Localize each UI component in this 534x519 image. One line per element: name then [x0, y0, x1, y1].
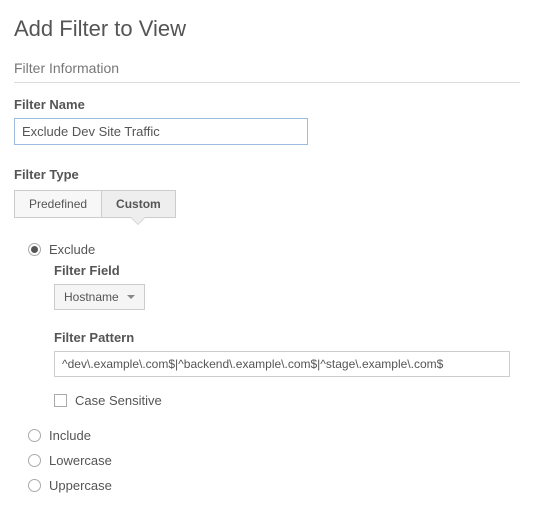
radio-exclude[interactable]: Exclude [14, 242, 520, 257]
case-sensitive-checkbox[interactable]: Case Sensitive [54, 393, 520, 408]
filter-type-toggle: Predefined Custom [14, 190, 176, 218]
case-sensitive-label: Case Sensitive [75, 393, 162, 408]
chevron-down-icon [130, 217, 146, 225]
section-filter-information: Filter Information [14, 60, 520, 83]
filter-field-value: Hostname [64, 290, 119, 304]
filter-pattern-input[interactable] [54, 351, 510, 377]
tab-custom-label: Custom [116, 197, 161, 211]
radio-include[interactable]: Include [14, 428, 520, 443]
radio-lowercase[interactable]: Lowercase [14, 453, 520, 468]
radio-exclude-label: Exclude [49, 242, 95, 257]
custom-filter-options: Exclude Filter Field Hostname Filter Pat… [14, 242, 520, 493]
radio-uppercase-label: Uppercase [49, 478, 112, 493]
filter-field-dropdown[interactable]: Hostname [54, 284, 145, 310]
tab-predefined[interactable]: Predefined [14, 190, 102, 218]
filter-name-input[interactable] [14, 118, 308, 145]
checkbox-icon [54, 394, 67, 407]
caret-down-icon [127, 295, 135, 299]
radio-icon [28, 243, 41, 256]
radio-lowercase-label: Lowercase [49, 453, 112, 468]
filter-name-label: Filter Name [14, 97, 520, 112]
page-title: Add Filter to View [14, 16, 520, 42]
exclude-settings: Filter Field Hostname Filter Pattern Cas… [54, 263, 520, 408]
tab-custom[interactable]: Custom [102, 190, 176, 218]
radio-icon [28, 454, 41, 467]
filter-pattern-label: Filter Pattern [54, 330, 520, 345]
radio-icon [28, 429, 41, 442]
radio-include-label: Include [49, 428, 91, 443]
filter-field-label: Filter Field [54, 263, 520, 278]
radio-icon [28, 479, 41, 492]
filter-type-label: Filter Type [14, 167, 520, 182]
radio-uppercase[interactable]: Uppercase [14, 478, 520, 493]
